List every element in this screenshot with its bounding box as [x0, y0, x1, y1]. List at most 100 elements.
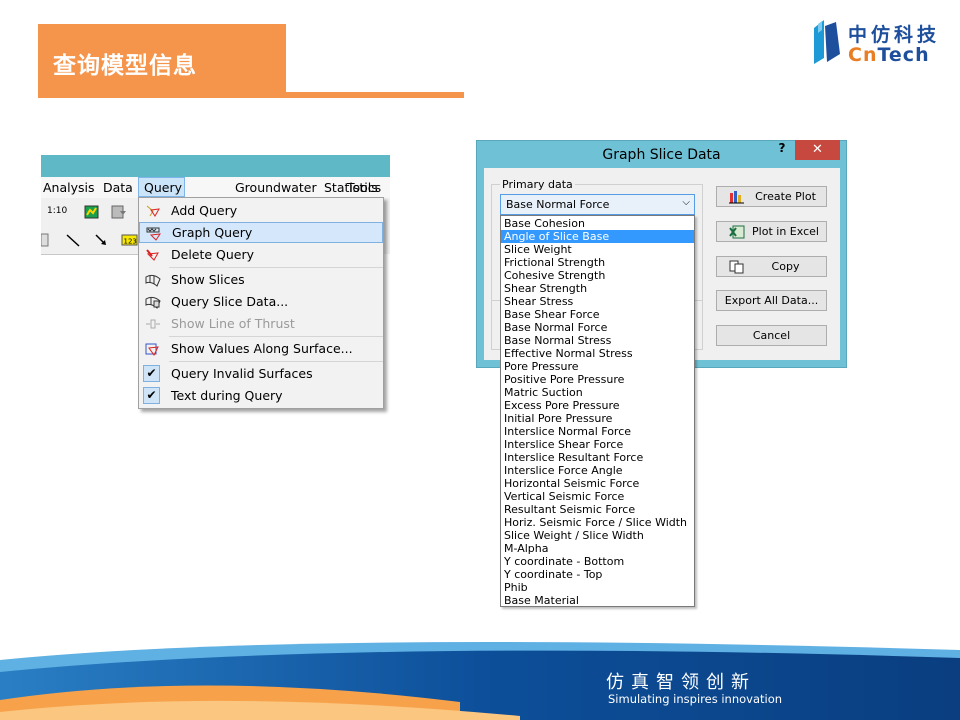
- menu-item-label: Query Invalid Surfaces: [171, 366, 313, 381]
- list-item[interactable]: Horiz. Seismic Force / Slice Width: [501, 516, 694, 529]
- list-item[interactable]: Excess Pore Pressure: [501, 399, 694, 412]
- list-item[interactable]: Positive Pore Pressure: [501, 373, 694, 386]
- plot-in-excel-button[interactable]: Plot in Excel: [716, 221, 827, 242]
- primary-data-select[interactable]: Base Normal Force ⌵: [500, 194, 695, 215]
- query-dropdown-menu: Add Query Graph Query Delete Query Show …: [138, 197, 384, 409]
- primary-data-value: Base Normal Force: [506, 198, 610, 211]
- menu-item-label: Show Values Along Surface...: [171, 341, 353, 356]
- app-title-strip: [41, 155, 390, 177]
- menu-item-label: Add Query: [171, 203, 238, 218]
- menu-item-query-slice-data[interactable]: Query Slice Data...: [139, 291, 383, 312]
- list-item[interactable]: Angle of Slice Base: [501, 230, 694, 243]
- line-of-thrust-icon: [146, 319, 160, 329]
- create-plot-button[interactable]: Create Plot: [716, 186, 827, 207]
- list-item[interactable]: Y coordinate - Top: [501, 568, 694, 581]
- add-query-icon: [146, 205, 160, 217]
- filter-tool-icon[interactable]: [111, 205, 127, 219]
- export-all-data-label: Export All Data...: [724, 294, 819, 307]
- menu-item-label: Text during Query: [171, 388, 283, 403]
- list-item[interactable]: Frictional Strength: [501, 256, 694, 269]
- arrow-tool-icon[interactable]: [93, 232, 109, 248]
- menu-item-label: Query Slice Data...: [171, 294, 289, 309]
- list-item[interactable]: Base Cohesion: [501, 217, 694, 230]
- help-button[interactable]: ?: [772, 141, 792, 159]
- list-item[interactable]: Horizontal Seismic Force: [501, 477, 694, 490]
- cancel-label: Cancel: [752, 329, 791, 342]
- menu-tools[interactable]: Tools: [347, 180, 378, 195]
- menu-item-label: Graph Query: [172, 225, 253, 240]
- list-item[interactable]: Y coordinate - Bottom: [501, 555, 694, 568]
- copy-button[interactable]: Copy: [716, 256, 827, 277]
- menu-item-show-slices[interactable]: Show Slices: [139, 269, 383, 290]
- export-all-data-button[interactable]: Export All Data...: [716, 290, 827, 311]
- chart-tool-icon[interactable]: [84, 205, 99, 219]
- list-item[interactable]: Effective Normal Stress: [501, 347, 694, 360]
- menu-query-label: Query: [144, 180, 182, 195]
- list-item[interactable]: Initial Pore Pressure: [501, 412, 694, 425]
- list-item[interactable]: Slice Weight: [501, 243, 694, 256]
- list-item[interactable]: Pore Pressure: [501, 360, 694, 373]
- menu-item-query-invalid-surfaces[interactable]: ✔ Query Invalid Surfaces: [139, 363, 383, 384]
- list-item[interactable]: Matric Suction: [501, 386, 694, 399]
- menu-item-label: Show Line of Thrust: [171, 316, 295, 331]
- bar-chart-icon: [729, 191, 744, 204]
- svg-text:123: 123: [124, 238, 137, 246]
- list-item[interactable]: Base Shear Force: [501, 308, 694, 321]
- menu-item-label: Show Slices: [171, 272, 245, 287]
- slide-title: 查询模型信息: [53, 53, 197, 79]
- copy-icon: [729, 260, 744, 274]
- list-item[interactable]: Slice Weight / Slice Width: [501, 529, 694, 542]
- list-item[interactable]: Phib: [501, 581, 694, 594]
- checkmark-icon: ✔: [143, 387, 160, 404]
- list-item[interactable]: Interslice Normal Force: [501, 425, 694, 438]
- menu-analysis[interactable]: Analysis: [43, 180, 95, 195]
- list-item[interactable]: Base Material: [501, 594, 694, 607]
- zoom-level[interactable]: 1:10: [47, 206, 67, 216]
- list-item[interactable]: Interslice Shear Force: [501, 438, 694, 451]
- list-item[interactable]: Base Normal Stress: [501, 334, 694, 347]
- checkmark-icon: ✔: [143, 365, 160, 382]
- primary-data-options-list: Base Cohesion Angle of Slice Base Slice We…: [500, 215, 695, 607]
- list-item[interactable]: Shear Stress: [501, 295, 694, 308]
- menu-item-text-during-query[interactable]: ✔ Text during Query: [139, 385, 383, 406]
- delete-query-icon: [146, 249, 159, 261]
- graph-query-icon: [146, 227, 162, 241]
- list-item[interactable]: Interslice Resultant Force: [501, 451, 694, 464]
- grid-tool-icon[interactable]: [41, 233, 49, 247]
- menu-item-graph-query[interactable]: Graph Query: [139, 222, 383, 243]
- menu-item-show-line-of-thrust[interactable]: Show Line of Thrust: [139, 313, 383, 334]
- slogan-english: Simulating inspires innovation: [608, 692, 783, 706]
- list-item[interactable]: Vertical Seismic Force: [501, 490, 694, 503]
- copy-label: Copy: [771, 260, 800, 273]
- list-item[interactable]: Resultant Seismic Force: [501, 503, 694, 516]
- ruler-tool-icon[interactable]: 123: [121, 231, 138, 249]
- primary-data-label: Primary data: [500, 178, 575, 191]
- plot-in-excel-label: Plot in Excel: [752, 225, 819, 238]
- line-tool-icon[interactable]: [65, 232, 81, 248]
- cancel-button[interactable]: Cancel: [716, 325, 827, 346]
- list-item[interactable]: M-Alpha: [501, 542, 694, 555]
- menu-separator: [169, 336, 383, 337]
- query-slice-data-icon: [145, 296, 161, 309]
- toolbar-row-1: 1:10: [41, 198, 139, 226]
- excel-icon: [729, 225, 745, 239]
- list-item[interactable]: Cohesive Strength: [501, 269, 694, 282]
- menubar: Analysis Data Groundwater Statistics: [41, 177, 390, 198]
- slogan-chinese: 仿真智领创新: [606, 672, 756, 693]
- menu-item-delete-query[interactable]: Delete Query: [139, 244, 383, 265]
- create-plot-label: Create Plot: [755, 190, 816, 203]
- logo-en-suffix: Tech: [877, 44, 930, 66]
- menu-separator: [169, 361, 383, 362]
- close-button[interactable]: ✕: [795, 140, 840, 160]
- list-item[interactable]: Shear Strength: [501, 282, 694, 295]
- menu-query[interactable]: Query: [138, 177, 185, 197]
- menu-item-show-values-along-surface[interactable]: Show Values Along Surface...: [139, 338, 383, 359]
- list-item[interactable]: Base Normal Force: [501, 321, 694, 334]
- menu-groundwater[interactable]: Groundwater: [235, 180, 317, 195]
- list-item[interactable]: Interslice Force Angle: [501, 464, 694, 477]
- cntech-logo-icon: [814, 20, 840, 64]
- menu-item-add-query[interactable]: Add Query: [139, 200, 383, 221]
- values-along-surface-icon: [145, 343, 159, 356]
- logo-en-prefix: Cn: [848, 44, 878, 66]
- menu-data[interactable]: Data: [103, 180, 133, 195]
